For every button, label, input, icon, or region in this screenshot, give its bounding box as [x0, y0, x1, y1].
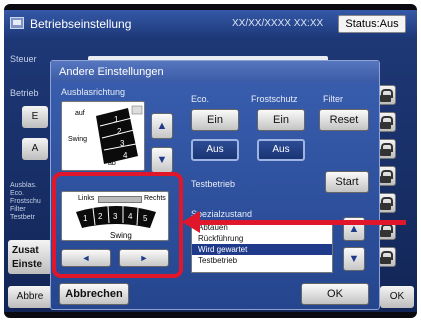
- spezialzustand-label: Spezialzustand: [191, 209, 253, 219]
- arrow-down-icon: ▼: [156, 154, 168, 166]
- vertical-step-4: 4: [123, 151, 128, 160]
- frostschutz-label: Frostschutz: [251, 94, 298, 104]
- bg-button-e[interactable]: E: [22, 106, 48, 128]
- arrow-up-icon: ▲: [156, 120, 168, 132]
- list-item[interactable]: Rückführung: [192, 233, 332, 244]
- bg-button-zusatz[interactable]: Zusat Einste: [8, 240, 52, 274]
- testbetrieb-start-button[interactable]: Start: [325, 171, 369, 193]
- bg-label-test: Testbetr: [10, 214, 35, 221]
- bg-cancel-button[interactable]: Abbre: [8, 286, 52, 308]
- highlight-frame: [52, 172, 183, 278]
- vertical-direction-panel: auf Swing ab 1 2 3 4: [61, 101, 145, 171]
- main-header: Betriebseinstellung XX/XX/XXXX XX:XX Sta…: [4, 10, 417, 38]
- dialog-title: Andere Einstellungen: [51, 61, 379, 83]
- filter-reset-button[interactable]: Reset: [319, 109, 369, 131]
- bg-label-filter: Filter: [10, 206, 26, 213]
- vertical-fan-icon: 1 2 3 4: [96, 105, 143, 164]
- filter-label: Filter: [323, 94, 343, 104]
- eco-off-button[interactable]: Aus: [191, 139, 239, 161]
- status-badge: Status:Aus: [338, 15, 406, 33]
- vertical-step-2: 2: [117, 127, 122, 136]
- bg-label-ausblas: Ausblas.: [10, 182, 37, 189]
- bg-button-zusatz-line1: Zusat: [12, 245, 39, 256]
- annotation-arrow-shaft: [196, 220, 406, 225]
- list-item[interactable]: Testbetrieb: [192, 255, 332, 266]
- vertical-down-button[interactable]: ▼: [151, 147, 173, 173]
- vertical-step-3: 3: [120, 139, 125, 148]
- arrow-down-icon: ▼: [348, 253, 360, 265]
- bg-ok-button[interactable]: OK: [380, 286, 414, 308]
- bg-button-a[interactable]: A: [22, 138, 48, 160]
- bg-label-steuer: Steuer: [10, 54, 37, 64]
- ausblasrichtung-label: Ausblasrichtung: [61, 87, 126, 97]
- bg-label-frost: Frostschu: [10, 198, 41, 205]
- eco-on-button[interactable]: Ein: [191, 109, 239, 131]
- frostschutz-off-button[interactable]: Aus: [257, 139, 305, 161]
- datetime: XX/XX/XXXX XX:XX: [232, 18, 324, 29]
- vertical-step-1: 1: [114, 115, 119, 124]
- spezialzustand-list: Abtauen Rückführung Wird gewartet Testbe…: [191, 221, 333, 273]
- eco-label: Eco.: [191, 94, 210, 104]
- testbetrieb-label: Testbetrieb: [191, 179, 236, 189]
- window-icon: [10, 17, 24, 29]
- list-item[interactable]: Wird gewartet: [192, 244, 332, 255]
- frostschutz-on-button[interactable]: Ein: [257, 109, 305, 131]
- bg-label-eco: Eco.: [10, 190, 25, 197]
- annotation-arrow-head: [182, 211, 200, 233]
- list-down-button[interactable]: ▼: [343, 247, 365, 271]
- ok-button[interactable]: OK: [301, 283, 369, 305]
- page-title: Betriebseinstellung: [30, 17, 132, 31]
- bg-label-betrieb: Betrieb: [10, 88, 39, 98]
- vertical-up-button[interactable]: ▲: [151, 113, 173, 139]
- cancel-button[interactable]: Abbrechen: [59, 283, 129, 305]
- bg-button-zusatz-line2: Einste: [12, 259, 43, 270]
